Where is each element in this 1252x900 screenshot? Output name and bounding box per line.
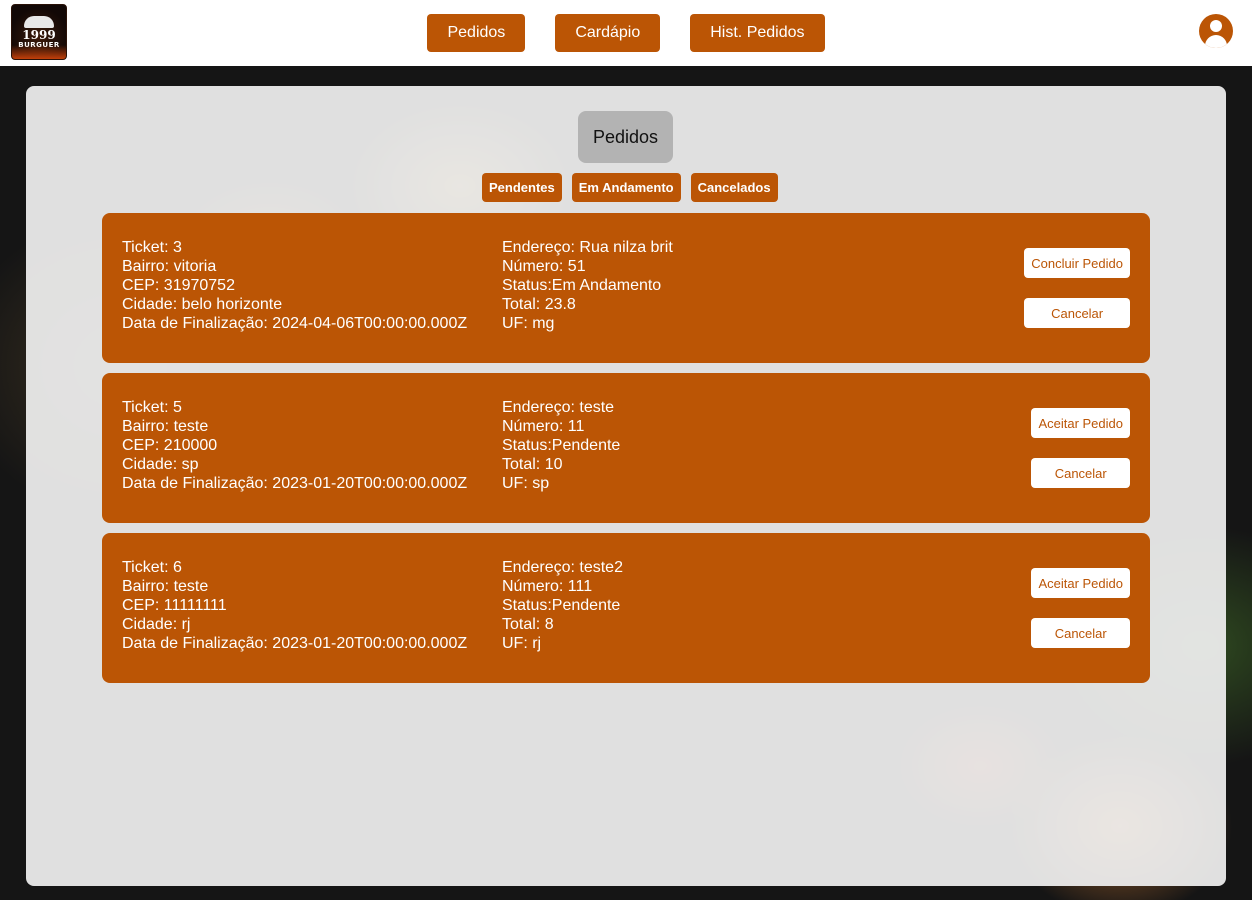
order-ticket: Ticket: 5	[122, 399, 182, 416]
order-uf: UF: sp	[502, 475, 550, 492]
aceitar-pedido-button[interactable]: Aceitar Pedido	[1031, 568, 1130, 598]
order-cidade: Cidade: sp	[122, 456, 199, 473]
burger-icon	[24, 15, 54, 28]
order-bairro: Bairro: vitoria	[122, 258, 217, 275]
order-cidade: Cidade: belo horizonte	[122, 296, 283, 313]
order-endereco: Endereço: teste	[502, 399, 615, 416]
order-total: Total: 10	[502, 456, 563, 473]
cancel-order-button[interactable]: Cancelar	[1031, 458, 1130, 488]
order-info-left: Ticket: 5 Bairro: teste CEP: 210000 Cida…	[122, 398, 467, 493]
order-info-right: Endereço: teste Número: 11 Status:Penden…	[502, 398, 620, 493]
order-card: Ticket: 3 Bairro: vitoria CEP: 31970752 …	[102, 213, 1150, 363]
top-navbar: 1999 BURGUER Pedidos Cardápio Hist. Pedi…	[0, 0, 1252, 66]
logo-number: 1999	[22, 27, 56, 42]
order-cep: CEP: 31970752	[122, 277, 235, 294]
aceitar-pedido-button[interactable]: Aceitar Pedido	[1031, 408, 1130, 438]
brand-logo[interactable]: 1999 BURGUER	[11, 4, 67, 60]
orders-panel: Pedidos Pendentes Em Andamento Cancelado…	[26, 86, 1226, 886]
order-total: Total: 23.8	[502, 296, 576, 313]
order-status: Status:Pendente	[502, 597, 621, 614]
order-actions: Aceitar Pedido Cancelar	[1031, 408, 1130, 488]
order-numero: Número: 11	[502, 418, 585, 435]
order-card: Ticket: 5 Bairro: teste CEP: 210000 Cida…	[102, 373, 1150, 523]
order-status: Status:Pendente	[502, 437, 621, 454]
main-nav: Pedidos Cardápio Hist. Pedidos	[427, 14, 825, 52]
page-title: Pedidos	[578, 111, 673, 163]
nav-pedidos-button[interactable]: Pedidos	[427, 14, 526, 52]
order-info-left: Ticket: 6 Bairro: teste CEP: 11111111 Ci…	[122, 558, 467, 653]
order-cep: CEP: 11111111	[122, 597, 227, 614]
cancel-order-button[interactable]: Cancelar	[1024, 298, 1130, 328]
order-data-finalizacao: Data de Finalização: 2023-01-20T00:00:00…	[122, 635, 468, 652]
order-status: Status:Em Andamento	[502, 277, 662, 294]
order-ticket: Ticket: 3	[122, 239, 182, 256]
order-actions: Aceitar Pedido Cancelar	[1031, 568, 1130, 648]
order-cep: CEP: 210000	[122, 437, 218, 454]
concluir-pedido-button[interactable]: Concluir Pedido	[1024, 248, 1130, 278]
order-numero: Número: 111	[502, 578, 593, 595]
order-info-right: Endereço: Rua nilza brit Número: 51 Stat…	[502, 238, 673, 333]
order-uf: UF: rj	[502, 635, 542, 652]
cancel-order-button[interactable]: Cancelar	[1031, 618, 1130, 648]
nav-hist-pedidos-button[interactable]: Hist. Pedidos	[690, 14, 825, 52]
order-uf: UF: mg	[502, 315, 555, 332]
order-bairro: Bairro: teste	[122, 578, 209, 595]
order-data-finalizacao: Data de Finalização: 2024-04-06T00:00:00…	[122, 315, 468, 332]
order-numero: Número: 51	[502, 258, 586, 275]
order-actions: Concluir Pedido Cancelar	[1024, 248, 1130, 328]
status-filters: Pendentes Em Andamento Cancelados	[482, 173, 778, 202]
filter-cancelados-button[interactable]: Cancelados	[690, 173, 778, 202]
order-ticket: Ticket: 6	[122, 559, 182, 576]
order-cidade: Cidade: rj	[122, 616, 191, 633]
nav-cardapio-button[interactable]: Cardápio	[555, 14, 661, 52]
order-card: Ticket: 6 Bairro: teste CEP: 11111111 Ci…	[102, 533, 1150, 683]
user-circle-icon[interactable]	[1199, 14, 1233, 48]
filter-em-andamento-button[interactable]: Em Andamento	[571, 173, 681, 202]
order-info-right: Endereço: teste2 Número: 111 Status:Pend…	[502, 558, 623, 653]
order-list: Ticket: 3 Bairro: vitoria CEP: 31970752 …	[102, 213, 1150, 683]
filter-pendentes-button[interactable]: Pendentes	[482, 173, 562, 202]
order-total: Total: 8	[502, 616, 554, 633]
order-info-left: Ticket: 3 Bairro: vitoria CEP: 31970752 …	[122, 238, 467, 333]
order-data-finalizacao: Data de Finalização: 2023-01-20T00:00:00…	[122, 475, 468, 492]
order-endereco: Endereço: teste2	[502, 559, 623, 576]
order-endereco: Endereço: Rua nilza brit	[502, 239, 673, 256]
flame-icon	[12, 45, 66, 59]
order-bairro: Bairro: teste	[122, 418, 209, 435]
